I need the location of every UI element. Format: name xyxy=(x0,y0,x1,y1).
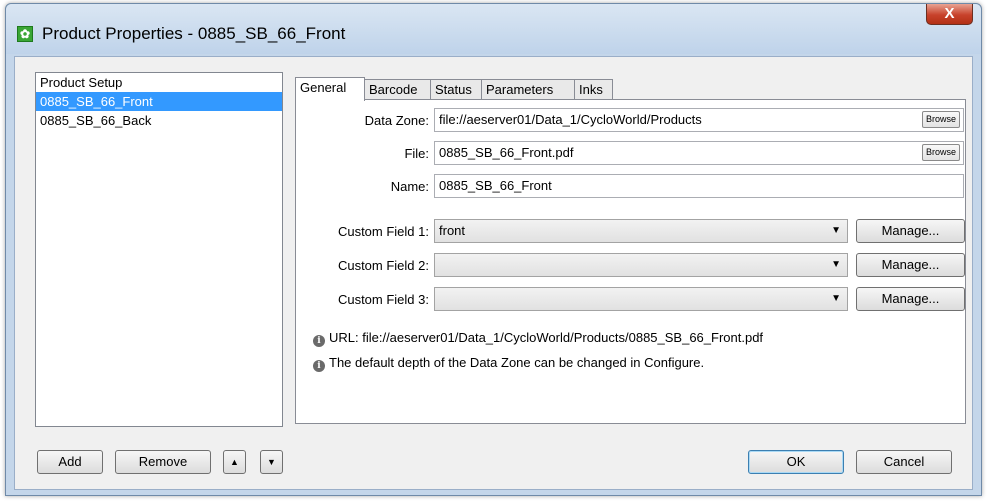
custom-field-3-label: Custom Field 3: xyxy=(337,292,429,307)
manage-custom-field-1-button[interactable]: Manage... xyxy=(856,219,965,243)
depth-info-text: The default depth of the Data Zone can b… xyxy=(329,355,705,370)
tab-status[interactable]: Status xyxy=(430,79,482,100)
data-zone-value: file://aeserver01/Data_1/CycloWorld/Prod… xyxy=(439,112,702,127)
tab-inks[interactable]: Inks xyxy=(574,79,613,100)
info-icon: i xyxy=(313,335,325,347)
cancel-button[interactable]: Cancel xyxy=(856,450,952,474)
manage-custom-field-3-button[interactable]: Manage... xyxy=(856,287,965,311)
window-title: Product Properties - 0885_SB_66_Front xyxy=(42,24,346,43)
file-value: 0885_SB_66_Front.pdf xyxy=(439,145,574,160)
file-field[interactable]: 0885_SB_66_Front.pdf Browse xyxy=(434,141,964,165)
chevron-down-icon: ▼ xyxy=(831,259,841,270)
data-zone-field[interactable]: file://aeserver01/Data_1/CycloWorld/Prod… xyxy=(434,108,964,132)
product-list-header: Product Setup xyxy=(40,75,123,90)
list-item[interactable]: 0885_SB_66_Front xyxy=(36,92,282,111)
custom-field-1-value: front xyxy=(439,223,466,238)
chevron-down-icon: ▼ xyxy=(831,293,841,304)
file-label: File: xyxy=(404,146,429,161)
close-button[interactable]: X xyxy=(926,4,973,25)
dialog-body: Product Setup 0885_SB_66_Front 0885_SB_6… xyxy=(14,56,973,490)
custom-field-2-label: Custom Field 2: xyxy=(337,258,429,273)
add-button[interactable]: Add xyxy=(37,450,103,474)
browse-data-zone-button[interactable]: Browse xyxy=(921,111,960,128)
info-icon: i xyxy=(313,360,325,372)
move-down-button[interactable]: ▼ xyxy=(260,450,283,474)
chevron-down-icon: ▼ xyxy=(831,225,841,236)
tab-parameters[interactable]: Parameters xyxy=(481,79,575,100)
tab-barcode[interactable]: Barcode xyxy=(364,79,431,100)
url-info-text: URL: file://aeserver01/Data_1/CycloWorld… xyxy=(329,330,764,345)
tab-general[interactable]: General xyxy=(295,77,365,101)
custom-field-3-select[interactable]: ▼ xyxy=(434,287,848,311)
name-label: Name: xyxy=(390,179,429,194)
custom-field-1-label: Custom Field 1: xyxy=(337,224,429,239)
gear-icon: ✿ xyxy=(17,26,33,42)
move-up-button[interactable]: ▲ xyxy=(223,450,246,474)
name-input[interactable]: 0885_SB_66_Front xyxy=(434,174,964,198)
remove-button[interactable]: Remove xyxy=(115,450,211,474)
custom-field-1-select[interactable]: front ▼ xyxy=(434,219,848,243)
url-info: i URL: file://aeserver01/Data_1/CycloWorl… xyxy=(313,330,763,347)
product-list[interactable]: Product Setup 0885_SB_66_Front 0885_SB_6… xyxy=(35,72,283,427)
general-tab-panel: Data Zone: file://aeserver01/Data_1/Cycl… xyxy=(295,99,966,424)
depth-info: i The default depth of the Data Zone can … xyxy=(313,355,704,372)
data-zone-label: Data Zone: xyxy=(364,113,429,128)
ok-button[interactable]: OK xyxy=(748,450,844,474)
manage-custom-field-2-button[interactable]: Manage... xyxy=(856,253,965,277)
custom-field-2-select[interactable]: ▼ xyxy=(434,253,848,277)
browse-file-button[interactable]: Browse xyxy=(921,144,960,161)
title-bar[interactable]: ✿ Product Properties - 0885_SB_66_Front … xyxy=(6,4,981,54)
list-item[interactable]: 0885_SB_66_Back xyxy=(36,111,282,130)
product-properties-window: ✿ Product Properties - 0885_SB_66_Front … xyxy=(5,3,982,496)
